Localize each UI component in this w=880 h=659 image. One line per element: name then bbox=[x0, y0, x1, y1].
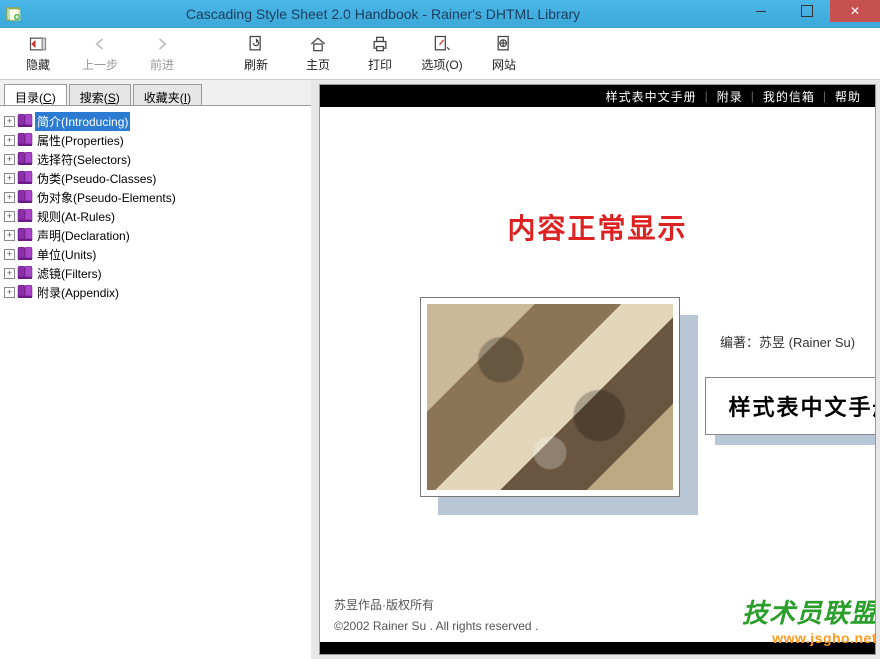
expand-icon[interactable]: + bbox=[4, 249, 15, 260]
tab-contents[interactable]: 目录(C) bbox=[4, 84, 67, 105]
top-nav: 样式表中文手册 | 附录 | 我的信箱 | 帮助 bbox=[320, 85, 875, 107]
banner-text: 内容正常显示 bbox=[320, 207, 875, 247]
expand-icon[interactable]: + bbox=[4, 230, 15, 241]
nav-tabs: 目录(C) 搜索(S) 收藏夹(I) bbox=[0, 80, 311, 106]
hide-button[interactable]: 隐藏 bbox=[8, 31, 68, 77]
print-button[interactable]: 打印 bbox=[350, 31, 410, 77]
tree-label[interactable]: 声明(Declaration) bbox=[35, 226, 132, 245]
book-icon bbox=[17, 114, 33, 128]
back-button[interactable]: 上一步 bbox=[70, 31, 130, 77]
home-icon bbox=[308, 34, 328, 54]
book-icon bbox=[17, 133, 33, 147]
expand-icon[interactable]: + bbox=[4, 116, 15, 127]
website-icon bbox=[494, 34, 514, 54]
manual-title: 样式表中文手册 bbox=[705, 377, 875, 435]
tree-label[interactable]: 滤镜(Filters) bbox=[35, 264, 104, 283]
expand-icon[interactable]: + bbox=[4, 287, 15, 298]
refresh-icon bbox=[246, 34, 266, 54]
book-icon bbox=[17, 228, 33, 242]
nav-mailbox[interactable]: 我的信箱 bbox=[763, 88, 815, 105]
expand-icon[interactable]: + bbox=[4, 135, 15, 146]
tab-favorites[interactable]: 收藏夹(I) bbox=[133, 84, 202, 105]
expand-icon[interactable]: + bbox=[4, 192, 15, 203]
tree-node[interactable]: + 单位(Units) bbox=[4, 245, 307, 263]
contents-tree[interactable]: + 简介(Introducing) + 属性(Properties) + 选择符(Sele… bbox=[0, 106, 311, 659]
tree-node[interactable]: + 规则(At-Rules) bbox=[4, 207, 307, 225]
tree-node[interactable]: + 伪对象(Pseudo-Elements) bbox=[4, 188, 307, 206]
nav-manual[interactable]: 样式表中文手册 bbox=[606, 88, 697, 105]
toolbar-label: 打印 bbox=[368, 56, 392, 73]
copyright-footer: 苏昱作品·版权所有 ©2002 Rainer Su . All rights r… bbox=[334, 595, 538, 636]
toolbar-label: 选项(O) bbox=[421, 56, 462, 73]
titlebar: Cascading Style Sheet 2.0 Handbook - Rai… bbox=[0, 0, 880, 28]
refresh-button[interactable]: 刷新 bbox=[226, 31, 286, 77]
tree-node[interactable]: + 滤镜(Filters) bbox=[4, 264, 307, 282]
tree-node[interactable]: + 属性(Properties) bbox=[4, 131, 307, 149]
toolbar-label: 上一步 bbox=[82, 56, 118, 73]
window-title: Cascading Style Sheet 2.0 Handbook - Rai… bbox=[28, 6, 738, 22]
nav-help[interactable]: 帮助 bbox=[835, 88, 861, 105]
book-icon bbox=[17, 266, 33, 280]
options-icon bbox=[432, 34, 452, 54]
expand-icon[interactable]: + bbox=[4, 268, 15, 279]
toolbar: 隐藏 上一步 前进 刷新 主页 打印 选项(O) 网站 bbox=[0, 28, 880, 80]
toolbar-label: 网站 bbox=[492, 56, 516, 73]
options-button[interactable]: 选项(O) bbox=[412, 31, 472, 77]
home-button[interactable]: 主页 bbox=[288, 31, 348, 77]
expand-icon[interactable]: + bbox=[4, 173, 15, 184]
cover-figure bbox=[420, 297, 710, 527]
book-icon bbox=[17, 152, 33, 166]
close-button[interactable] bbox=[830, 0, 880, 22]
tree-label[interactable]: 规则(At-Rules) bbox=[35, 207, 117, 226]
forward-icon bbox=[152, 34, 172, 54]
cover-image bbox=[427, 304, 673, 490]
hide-icon bbox=[28, 34, 48, 54]
toolbar-label: 主页 bbox=[306, 56, 330, 73]
manual-title-card: 样式表中文手册 bbox=[705, 377, 875, 447]
navigation-pane: 目录(C) 搜索(S) 收藏夹(I) + 简介(Introducing) + 属性(P… bbox=[0, 80, 315, 659]
document-body: 内容正常显示 编著：苏昱 (Rainer Su) 样式表中文手册 苏昱作品·版权… bbox=[320, 107, 875, 654]
book-icon bbox=[17, 171, 33, 185]
watermark: 技术员联盟 www.jsgho.net bbox=[742, 593, 875, 646]
tree-label[interactable]: 选择符(Selectors) bbox=[35, 150, 133, 169]
tree-label[interactable]: 附录(Appendix) bbox=[35, 283, 121, 302]
toolbar-label: 隐藏 bbox=[26, 56, 50, 73]
book-icon bbox=[17, 247, 33, 261]
expand-icon[interactable]: + bbox=[4, 211, 15, 222]
content-pane: 样式表中文手册 | 附录 | 我的信箱 | 帮助 内容正常显示 编著：苏昱 (R… bbox=[319, 84, 876, 655]
tree-label[interactable]: 属性(Properties) bbox=[35, 131, 126, 150]
tree-node[interactable]: + 选择符(Selectors) bbox=[4, 150, 307, 168]
tree-node[interactable]: + 附录(Appendix) bbox=[4, 283, 307, 301]
nav-appendix[interactable]: 附录 bbox=[717, 88, 743, 105]
tree-label[interactable]: 伪类(Pseudo-Classes) bbox=[35, 169, 158, 188]
minimize-button[interactable] bbox=[738, 0, 784, 22]
tree-label[interactable]: 伪对象(Pseudo-Elements) bbox=[35, 188, 178, 207]
tree-node[interactable]: + 简介(Introducing) bbox=[4, 112, 307, 130]
expand-icon[interactable]: + bbox=[4, 154, 15, 165]
book-icon bbox=[17, 285, 33, 299]
tree-node[interactable]: + 声明(Declaration) bbox=[4, 226, 307, 244]
app-icon bbox=[6, 6, 22, 22]
book-icon bbox=[17, 209, 33, 223]
maximize-button[interactable] bbox=[784, 0, 830, 22]
forward-button[interactable]: 前进 bbox=[132, 31, 192, 77]
back-icon bbox=[90, 34, 110, 54]
book-icon bbox=[17, 190, 33, 204]
tree-label[interactable]: 单位(Units) bbox=[35, 245, 98, 264]
website-button[interactable]: 网站 bbox=[474, 31, 534, 77]
print-icon bbox=[370, 34, 390, 54]
tree-node[interactable]: + 伪类(Pseudo-Classes) bbox=[4, 169, 307, 187]
author-credit: 编著：苏昱 (Rainer Su) bbox=[720, 332, 855, 351]
window-controls bbox=[738, 0, 880, 28]
toolbar-label: 刷新 bbox=[244, 56, 268, 73]
toolbar-label: 前进 bbox=[150, 56, 174, 73]
tab-search[interactable]: 搜索(S) bbox=[69, 84, 131, 105]
tree-label[interactable]: 简介(Introducing) bbox=[35, 112, 130, 131]
